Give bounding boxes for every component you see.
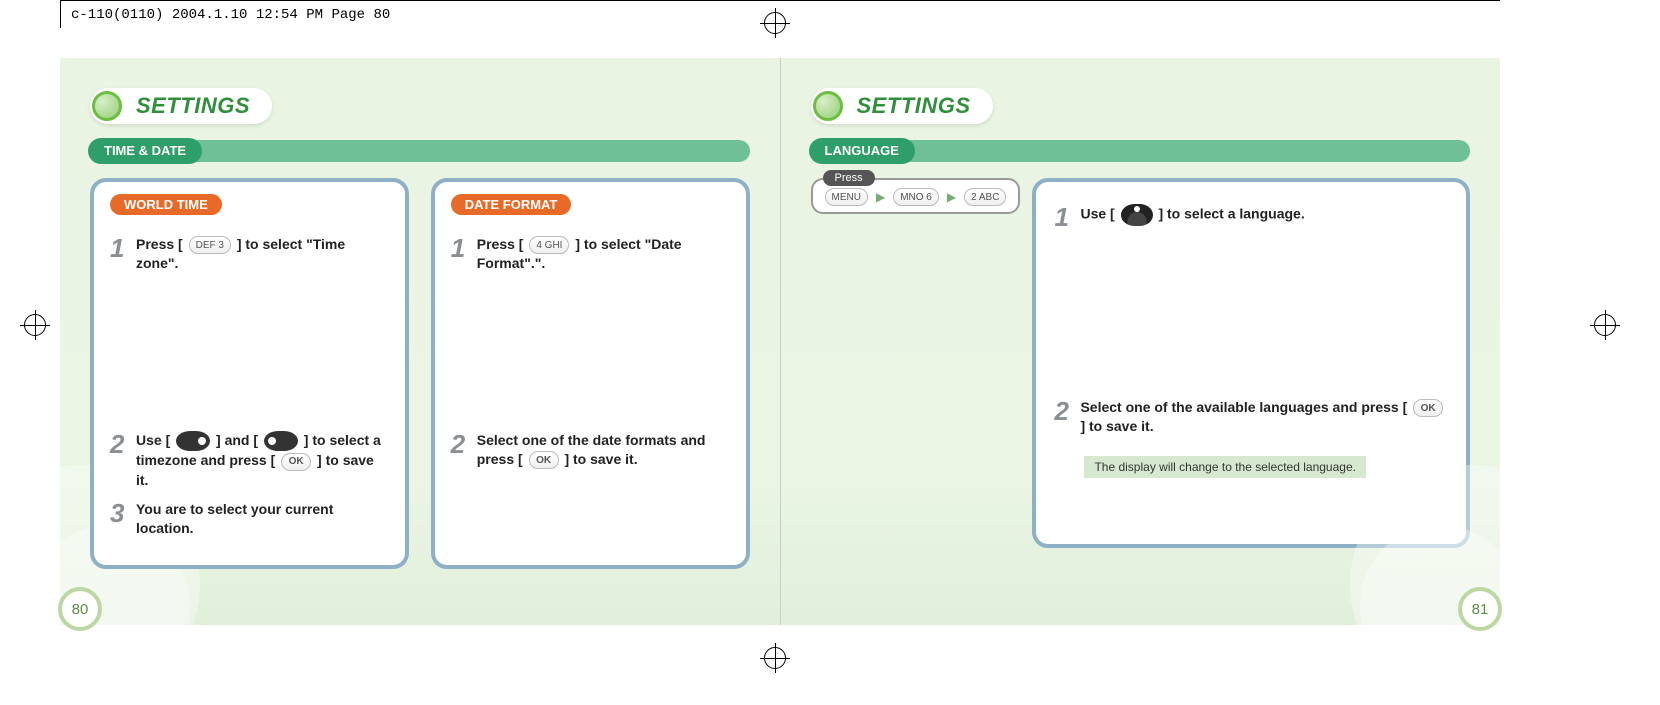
page-title: SETTINGS (857, 93, 971, 119)
step-number-icon: 1 (110, 235, 136, 273)
title-dot-icon (92, 91, 122, 121)
ok-key-icon: OK (529, 451, 559, 469)
registration-mark-icon (760, 643, 790, 673)
step-2: 2 Use [ ] and [ ] to select a timezone a… (110, 431, 389, 489)
nav-right-icon (264, 431, 298, 451)
step-text: Press [ (477, 236, 524, 252)
step-3: 3 You are to select your current locatio… (110, 500, 389, 538)
card-world-time: WORLD TIME 1 Press [ DEF 3 ] to select "… (90, 178, 409, 569)
step-2: 2 Select one of the date formats and pre… (451, 431, 730, 469)
step-1: 1 Use [ ] to select a language. (1054, 204, 1448, 230)
chevron-right-icon: ▶ (947, 190, 956, 204)
step-text: Use [ (1080, 206, 1114, 222)
step-text: Select one of the available languages an… (1080, 399, 1407, 415)
crop-header: c-110(0110) 2004.1.10 12:54 PM Page 80 (60, 0, 400, 28)
page-title-pill: SETTINGS (90, 88, 272, 124)
step-2: 2 Select one of the available languages … (1054, 398, 1448, 436)
nav-wheel-icon (1121, 204, 1153, 226)
registration-mark-icon (760, 8, 790, 38)
page-left: SETTINGS TIME & DATE WORLD TIME 1 Press … (60, 58, 780, 625)
step-text: ] and [ (216, 432, 258, 448)
section-label: TIME & DATE (88, 138, 202, 164)
card-tab: WORLD TIME (110, 194, 222, 215)
title-dot-icon (813, 91, 843, 121)
step-number-icon: 2 (1054, 398, 1080, 436)
press-label: Press (823, 170, 875, 186)
page-right: SETTINGS LANGUAGE Press MENU ▶ MNO 6 ▶ 2… (780, 58, 1501, 625)
step-number-icon: 3 (110, 500, 136, 538)
key-3-icon: DEF 3 (189, 236, 231, 254)
section-bar: TIME & DATE (90, 140, 750, 162)
key-4-icon: 4 GHI (529, 236, 569, 254)
step-number-icon: 1 (451, 235, 477, 273)
page-title-pill: SETTINGS (811, 88, 993, 124)
step-text: ] to select a language. (1158, 206, 1304, 222)
step-number-icon: 2 (110, 431, 136, 489)
section-label: LANGUAGE (809, 138, 915, 164)
info-note: The display will change to the selected … (1084, 456, 1366, 478)
page-number: 80 (58, 587, 102, 631)
registration-mark-icon (20, 310, 50, 340)
step-text: ] to save it. (1080, 418, 1153, 434)
step-1: 1 Press [ DEF 3 ] to select "Time zone". (110, 235, 389, 273)
menu-key-icon: MENU (825, 188, 868, 206)
step-text: Press [ (136, 236, 183, 252)
key-6-icon: MNO 6 (893, 188, 939, 206)
step-1: 1 Press [ 4 GHI ] to select "Date Format… (451, 235, 730, 273)
key-2-icon: 2 ABC (964, 188, 1006, 206)
step-number-icon: 1 (1054, 204, 1080, 230)
step-text: ] to save it. (564, 451, 637, 467)
spread: SETTINGS TIME & DATE WORLD TIME 1 Press … (60, 58, 1500, 625)
ok-key-icon: OK (1413, 399, 1443, 417)
page-number: 81 (1458, 587, 1502, 631)
step-text: Use [ (136, 432, 170, 448)
card-date-format: DATE FORMAT 1 Press [ 4 GHI ] to select … (431, 178, 750, 569)
chevron-right-icon: ▶ (876, 190, 885, 204)
ok-key-icon: OK (281, 453, 311, 471)
step-number-icon: 2 (451, 431, 477, 469)
press-sequence-box: Press MENU ▶ MNO 6 ▶ 2 ABC (811, 178, 1021, 214)
registration-mark-icon (1590, 310, 1620, 340)
page-title: SETTINGS (136, 93, 250, 119)
step-text: You are to select your current location. (136, 500, 389, 538)
card-tab: DATE FORMAT (451, 194, 572, 215)
nav-left-icon (176, 431, 210, 451)
section-bar: LANGUAGE (811, 140, 1471, 162)
